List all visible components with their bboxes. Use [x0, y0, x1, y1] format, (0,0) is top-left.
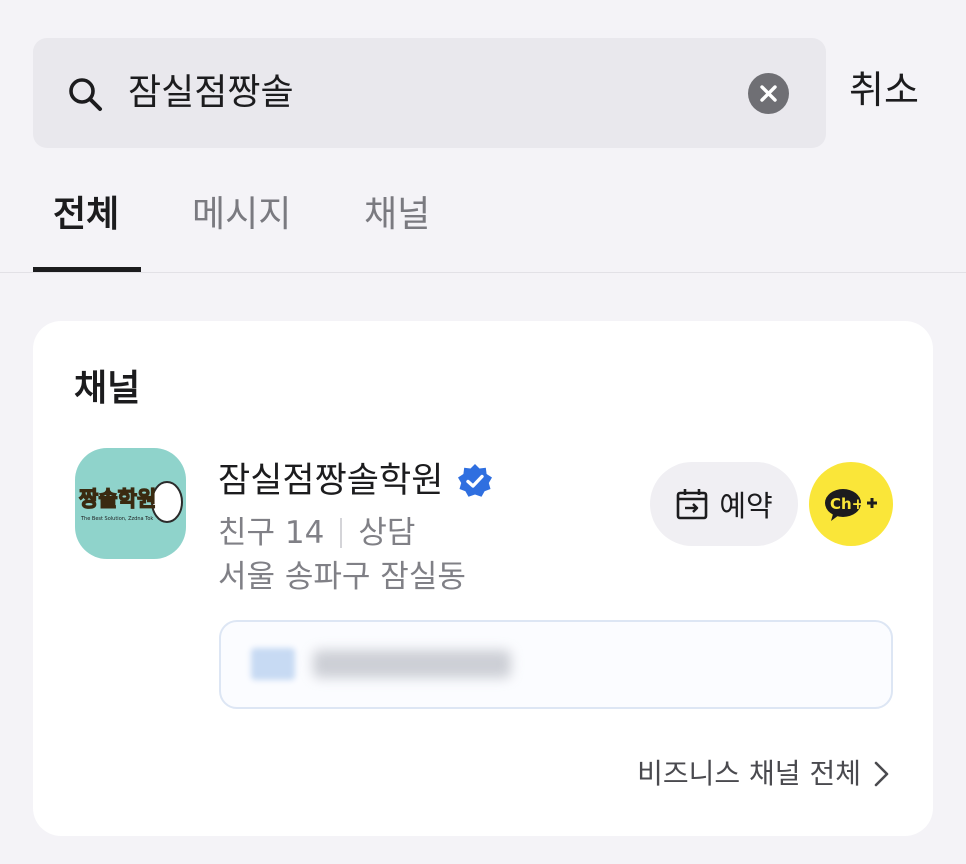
- tab-channels[interactable]: 채널: [364, 188, 430, 242]
- search-icon: [69, 78, 102, 111]
- channel-post-preview[interactable]: [219, 620, 893, 709]
- chevron-right-icon: [874, 761, 889, 787]
- search-results-screen: 잠실점짱솔 취소 전체 메시지 채널 채널 짱솔학원 The Best Solu…: [0, 0, 966, 864]
- reserve-button[interactable]: 예약: [650, 462, 798, 546]
- logo-wordmark: 짱솔학원: [79, 487, 156, 511]
- all-business-channels-label: 비즈니스 채널 전체: [637, 757, 861, 790]
- post-thumbnail: [251, 648, 295, 680]
- cancel-button[interactable]: 취소: [849, 60, 919, 120]
- verified-badge-icon: [458, 464, 493, 497]
- clear-search-button[interactable]: [748, 73, 789, 114]
- search-bar[interactable]: 잠실점짱솔: [33, 38, 826, 148]
- channel-logo[interactable]: 짱솔학원 The Best Solution, Zzdna Tok: [75, 448, 186, 559]
- add-channel-button[interactable]: Ch+: [809, 462, 893, 546]
- reserve-label: 예약: [719, 489, 773, 523]
- tabs-divider: [0, 272, 966, 273]
- post-text-blurred: [313, 650, 511, 678]
- tab-all[interactable]: 전체: [53, 188, 119, 242]
- tab-messages[interactable]: 메시지: [192, 188, 291, 242]
- meta-divider: [340, 518, 343, 548]
- channel-meta: 친구 14 상담: [218, 513, 415, 553]
- channel-results-card: 채널 짱솔학원 The Best Solution, Zzdna Tok 잠실점…: [33, 321, 933, 836]
- channel-add-label: Ch+: [830, 495, 864, 513]
- close-icon: [760, 85, 777, 102]
- channel-name-row[interactable]: 잠실점짱솔학원: [218, 456, 493, 506]
- channel-name: 잠실점짱솔학원: [218, 461, 444, 501]
- section-title: 채널: [74, 368, 141, 409]
- channel-add-icon: Ch+: [825, 489, 877, 521]
- channel-logo-image: 짱솔학원 The Best Solution, Zzdna Tok: [78, 481, 183, 523]
- calendar-icon: [677, 489, 708, 520]
- friends-count: 친구 14: [218, 515, 325, 551]
- logo-tagline: The Best Solution, Zzdna Tok: [80, 516, 153, 522]
- consult-label: 상담: [358, 515, 416, 551]
- channel-location: 서울 송파구 잠실동: [218, 559, 466, 595]
- search-input[interactable]: 잠실점짱솔: [128, 38, 294, 148]
- all-business-channels-link[interactable]: 비즈니스 채널 전체: [637, 751, 891, 797]
